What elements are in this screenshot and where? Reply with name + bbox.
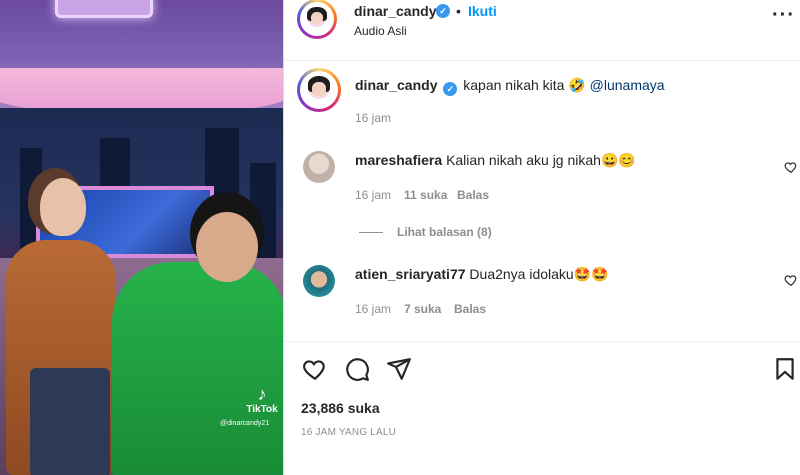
caption: dinar_candy ✓ kapan nikah kita 🤣 @lunama…: [355, 76, 665, 96]
tiktok-brand: TikTok: [246, 404, 278, 415]
share-paper-plane-icon[interactable]: [386, 356, 412, 382]
view-replies-line: [359, 232, 383, 234]
comment-like-heart-icon[interactable]: [784, 273, 798, 287]
comment-1-username[interactable]: mareshafiera: [355, 152, 442, 168]
comment-2: atien_sriaryati77 Dua2nya idolaku🤩🤩: [355, 265, 609, 283]
caption-username[interactable]: dinar_candy: [355, 77, 437, 93]
author-username[interactable]: dinar_candy: [354, 3, 436, 19]
audio-link[interactable]: Audio Asli: [354, 24, 407, 38]
caption-text: kapan nikah kita 🤣: [463, 77, 586, 93]
commenter-avatar[interactable]: [303, 265, 335, 297]
story-ring[interactable]: [297, 0, 337, 39]
comment-2-reply-button[interactable]: Balas: [454, 302, 486, 316]
tiktok-handle: @dinarcandy21: [220, 420, 270, 427]
person-left-head: [40, 178, 86, 236]
comment-1-text: Kalian nikah aku jg nikah😀😊: [446, 152, 636, 168]
comment-1-time: 16 jam: [355, 188, 392, 202]
music-note-icon: ♪: [257, 384, 267, 404]
save-bookmark-icon[interactable]: [772, 356, 798, 382]
comment-1-likes[interactable]: 11 suka: [404, 188, 447, 202]
view-replies-label: Lihat balasan (8): [397, 225, 492, 239]
tiktok-watermark: ♪ TikTok: [244, 384, 280, 415]
caption-time: 16 jam: [355, 111, 392, 125]
comment-1-reply-button[interactable]: Balas: [457, 188, 489, 202]
comment-2-likes[interactable]: 7 suka: [404, 302, 441, 316]
comment-like-heart-icon[interactable]: [784, 160, 798, 174]
follow-button[interactable]: Ikuti: [468, 3, 497, 19]
posted-time[interactable]: 16 JAM YANG LALU: [301, 427, 396, 438]
stage-arch: [0, 68, 283, 113]
separator-dot: •: [456, 3, 461, 19]
like-heart-icon[interactable]: [302, 356, 328, 382]
post-header: dinar_candy ✓ • Ikuti Audio Asli ···: [284, 0, 800, 61]
caption-verified-badge-icon: ✓: [443, 82, 458, 96]
comment-1: mareshafiera Kalian nikah aku jg nikah😀😊: [355, 151, 636, 169]
caption-story-ring[interactable]: [297, 68, 341, 112]
likes-count[interactable]: 23,886 suka: [301, 400, 380, 416]
avatar: [300, 2, 334, 36]
comment-2-time: 16 jam: [355, 302, 392, 316]
comment-bubble-icon[interactable]: [344, 356, 370, 382]
post-details-panel: dinar_candy ✓ • Ikuti Audio Asli ··· din…: [283, 0, 800, 475]
caption-avatar: [300, 71, 338, 109]
more-horizontal-icon[interactable]: ···: [772, 4, 795, 27]
commenter-avatar[interactable]: [303, 151, 335, 183]
caption-mention[interactable]: @lunamaya: [590, 77, 665, 93]
verified-badge-icon: ✓: [436, 4, 450, 18]
post-media[interactable]: ♪ TikTok @dinarcandy21: [0, 0, 283, 475]
person-left-jeans: [30, 368, 110, 475]
neon-sign: [55, 0, 153, 18]
comment-2-text: Dua2nya idolaku🤩🤩: [469, 266, 609, 282]
person-right: [112, 262, 283, 475]
action-bar: 23,886 suka 16 JAM YANG LALU: [284, 341, 800, 475]
person-right-head: [196, 212, 258, 282]
comment-2-username[interactable]: atien_sriaryati77: [355, 266, 466, 282]
view-replies-button[interactable]: Lihat balasan (8): [359, 225, 492, 239]
